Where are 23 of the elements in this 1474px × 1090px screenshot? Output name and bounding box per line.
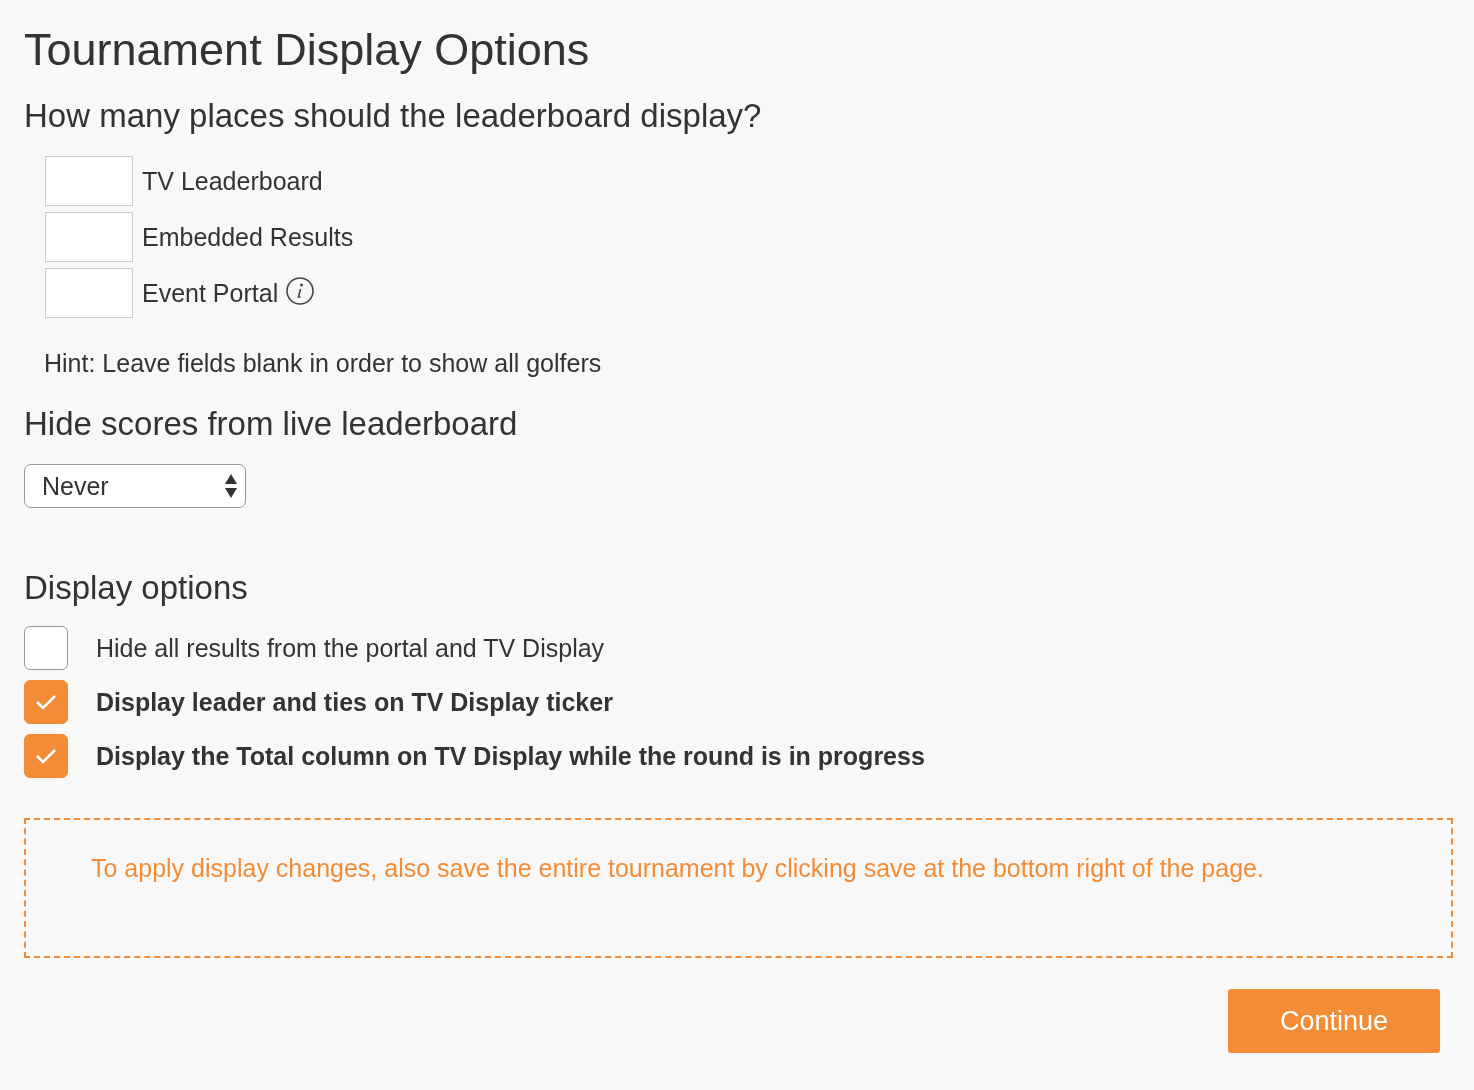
section-heading: Hide scores from live leaderboard xyxy=(24,404,519,444)
notice-text: To apply display changes, also save the entire tournament by clicking save at the bottom right of the page. xyxy=(91,853,1265,884)
number-field[interactable] xyxy=(45,156,133,206)
checkbox-label: Display leader and ties on TV Display ticker xyxy=(96,687,613,717)
section-heading: How many places should the leaderboard display? xyxy=(24,96,763,136)
field-label: Embedded Results xyxy=(142,222,354,252)
updown-arrows-icon xyxy=(225,473,237,499)
checkbox[interactable] xyxy=(24,680,68,724)
info-icon[interactable] xyxy=(285,276,316,306)
checkbox[interactable] xyxy=(24,734,68,778)
number-field[interactable] xyxy=(45,268,133,318)
page-title: Tournament Display Options xyxy=(24,23,591,77)
field-label: Event Portal xyxy=(142,278,279,308)
number-field[interactable] xyxy=(45,212,133,262)
checkbox-label: Display the Total column on TV Display while the round is in progress xyxy=(96,741,925,771)
checkmark-icon xyxy=(34,746,58,766)
section-heading: Display options xyxy=(24,568,249,608)
checkmark-icon xyxy=(34,692,58,712)
checkbox[interactable] xyxy=(24,626,68,670)
select-dropdown[interactable]: Never xyxy=(24,464,246,508)
checkbox-label: Hide all results from the portal and TV Display xyxy=(96,633,605,663)
field-label: TV Leaderboard xyxy=(142,166,323,196)
hint-text: Hint: Leave fields blank in order to show all golfers xyxy=(44,348,603,378)
